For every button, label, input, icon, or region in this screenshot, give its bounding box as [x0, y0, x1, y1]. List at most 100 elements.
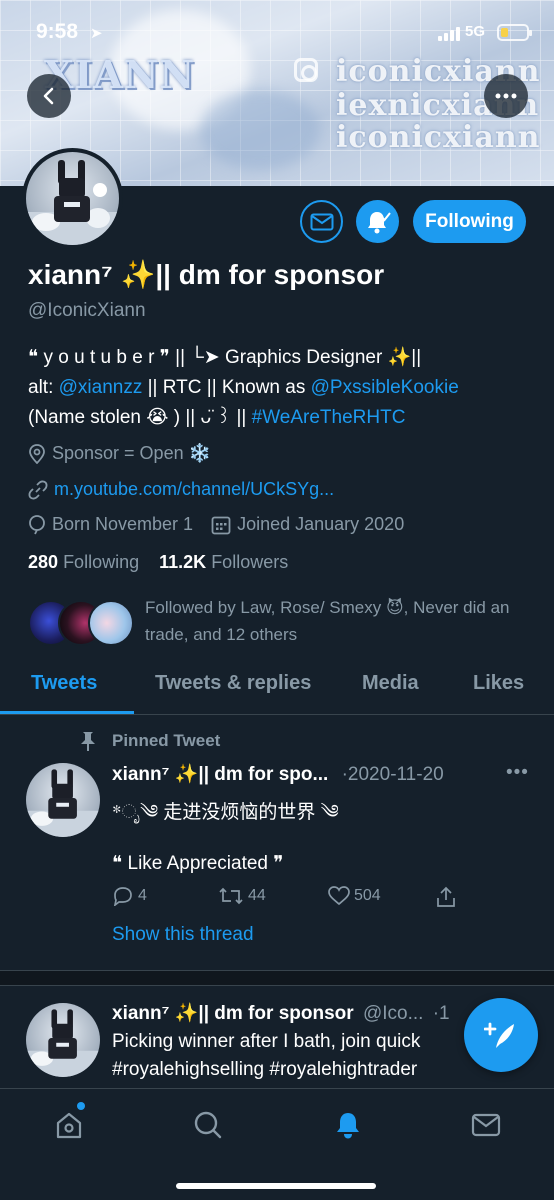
home-tab[interactable]: [49, 1105, 89, 1145]
reply-icon: [113, 887, 132, 906]
tweet-date[interactable]: ·1: [433, 1003, 450, 1024]
tweet-actions: 4 44 504: [112, 886, 472, 912]
following-count: 280: [28, 552, 59, 572]
follow-counts: 280 Following 11.2K Followers: [28, 552, 288, 573]
bell-check-icon: [367, 211, 391, 233]
more-horizontal-icon: [495, 93, 517, 99]
notifications-tab[interactable]: [328, 1105, 368, 1145]
messages-tab[interactable]: [466, 1105, 506, 1145]
back-button[interactable]: [27, 74, 71, 118]
profile-bio: ❝ y o u t u b e r ❞ || └➤ Graphics Desig…: [28, 343, 528, 433]
retweet-button[interactable]: 44: [218, 886, 266, 906]
pinned-label: Pinned Tweet: [78, 730, 220, 752]
bio-text: alt:: [28, 377, 59, 398]
joined-text: Joined January 2020: [237, 514, 405, 534]
followers-label: Followers: [211, 552, 289, 572]
followers-link[interactable]: 11.2K Followers: [159, 552, 288, 572]
tweet-hashtags[interactable]: #royalehighselling #royalehightrader: [112, 1059, 417, 1081]
tab-tweets-replies[interactable]: Tweets & replies: [155, 672, 311, 695]
show-thread-link[interactable]: Show this thread: [112, 924, 254, 946]
reply-count: 4: [138, 887, 147, 904]
following-label: Following: [63, 552, 140, 572]
retweet-count: 44: [248, 887, 266, 904]
message-button[interactable]: [300, 200, 343, 243]
tweet-separator: [0, 970, 554, 986]
search-tab[interactable]: [188, 1105, 228, 1145]
tweet-text: ❝ Like Appreciated ❞: [112, 853, 284, 874]
avatar-image: [26, 1009, 100, 1077]
compose-tweet-button[interactable]: [464, 998, 538, 1072]
calendar-icon: [211, 516, 231, 534]
bio-text: || RTC || Known as: [142, 377, 311, 398]
pin-icon: [81, 732, 95, 751]
bell-icon: [337, 1113, 359, 1139]
tab-likes[interactable]: Likes: [473, 672, 524, 695]
tweet-author[interactable]: xiann⁷ ✨|| dm for spo...: [112, 764, 328, 785]
share-icon: [437, 886, 455, 907]
birthday-text: Born November 1: [52, 514, 194, 534]
location-text: Sponsor = Open ❄️: [52, 443, 212, 463]
dates-row: Born November 1 Joined January 2020: [28, 514, 404, 535]
tweet-header: xiann⁷ ✨|| dm for sponsor @Ico... ·1: [112, 1001, 450, 1025]
like-button[interactable]: 504: [328, 886, 381, 906]
signal-icon: [438, 25, 460, 41]
feather-plus-icon: [484, 1022, 514, 1048]
tweet-handle[interactable]: @Ico...: [363, 1003, 423, 1024]
tab-media[interactable]: Media: [362, 672, 419, 695]
heart-icon: [328, 886, 350, 906]
home-icon: [56, 1112, 82, 1139]
reply-button[interactable]: 4: [112, 886, 147, 906]
new-content-dot: [77, 1102, 85, 1110]
status-time: 9:58: [36, 20, 79, 43]
bio-line: (Name stolen 😭 ) || ᴗ̈ ꒱ || #WeAreTheRHT…: [28, 403, 528, 433]
banner-watermark-line: iconicxiann: [336, 120, 541, 155]
location-pin-icon: [29, 443, 45, 464]
following-link[interactable]: 280 Following: [28, 552, 139, 572]
battery-icon: [497, 24, 532, 41]
share-button[interactable]: [436, 886, 460, 908]
avatar-image: [26, 160, 119, 245]
banner-blob: [200, 90, 320, 170]
mention-link[interactable]: @PxssibleKookie: [311, 377, 459, 398]
tweet-date[interactable]: ·2020-11-20: [342, 764, 444, 785]
active-tab-indicator: [0, 711, 134, 714]
tweet-text: *ೃ༄ 走进没烦恼的世界 ༄: [112, 802, 339, 823]
tweet-avatar[interactable]: [26, 1003, 100, 1077]
display-name: xiann⁷ ✨|| dm for sponsor: [28, 259, 385, 290]
notifications-button[interactable]: [356, 200, 399, 243]
bio-line: alt: @xiannzz || RTC || Known as @Pxssib…: [28, 373, 528, 403]
search-icon: [194, 1111, 222, 1139]
tab-tweets[interactable]: Tweets: [31, 672, 97, 695]
tweet-text: Picking winner after I bath, join quick: [112, 1031, 421, 1052]
envelope-icon: [471, 1113, 501, 1137]
like-count: 504: [354, 887, 381, 904]
followed-by-avatars[interactable]: [28, 600, 134, 646]
bio-line: ❝ y o u t u b e r ❞ || └➤ Graphics Desig…: [28, 347, 422, 368]
tweet-author[interactable]: xiann⁷ ✨|| dm for sponsor: [112, 1003, 354, 1024]
balloon-icon: [29, 514, 45, 534]
tweet-avatar[interactable]: [26, 763, 100, 837]
home-indicator: [176, 1183, 376, 1189]
retweet-icon: [219, 887, 243, 905]
avatar-image: [26, 769, 100, 837]
followers-count: 11.2K: [159, 552, 207, 572]
profile-avatar[interactable]: [22, 148, 123, 249]
follower-avatar: [88, 600, 134, 646]
bio-text: (Name stolen 😭 ) || ᴗ̈ ꒱ ||: [28, 407, 252, 428]
website-row[interactable]: m.youtube.com/channel/UCkSYg...: [28, 479, 334, 500]
location-arrow-icon: ➤: [90, 25, 103, 42]
status-bar: 9:58 ➤ 5G: [0, 0, 554, 64]
chevron-left-icon: [43, 87, 54, 105]
tweet-more-button[interactable]: •••: [506, 762, 529, 784]
followed-by-text[interactable]: Followed by Law, Rose/ Smexy 😈, Never di…: [145, 594, 525, 648]
more-options-button[interactable]: [484, 74, 528, 118]
pinned-text: Pinned Tweet: [112, 731, 221, 750]
website-link[interactable]: m.youtube.com/channel/UCkSYg...: [54, 479, 334, 500]
envelope-icon: [310, 213, 333, 230]
hashtag-link[interactable]: #WeAreTheRHTC: [252, 407, 406, 428]
tweet-header: xiann⁷ ✨|| dm for spo... ·2020-11-20: [112, 762, 444, 786]
network-label: 5G: [465, 23, 486, 40]
mention-link[interactable]: @xiannzz: [59, 377, 143, 398]
location-row: Sponsor = Open ❄️: [28, 443, 211, 464]
following-button[interactable]: Following: [413, 200, 526, 243]
